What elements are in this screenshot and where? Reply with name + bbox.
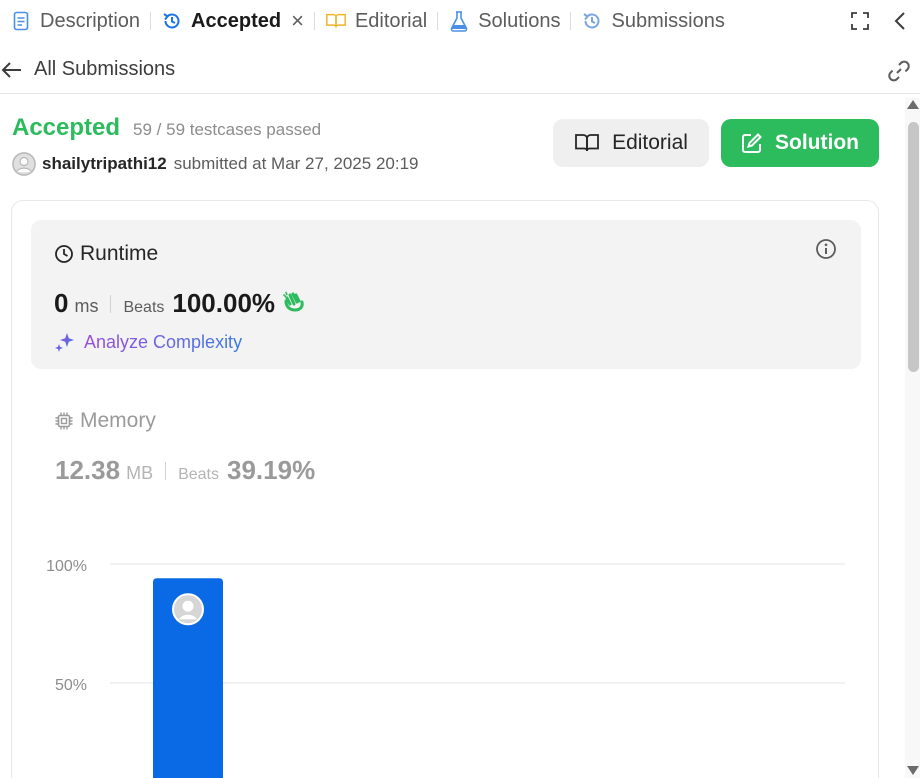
submitted-timestamp: submitted at Mar 27, 2025 20:19 bbox=[173, 154, 419, 173]
memory-beats-value: 39.19% bbox=[227, 455, 316, 485]
status-badge: Accepted bbox=[12, 114, 121, 141]
memory-value: 12.38 bbox=[55, 455, 121, 485]
scroll-down-arrow[interactable] bbox=[907, 766, 919, 775]
flask-icon bbox=[448, 10, 470, 32]
avatar[interactable] bbox=[12, 152, 36, 176]
tab-solutions[interactable]: Solutions bbox=[438, 0, 570, 42]
scroll-up-arrow[interactable] bbox=[907, 100, 919, 109]
memory-beats-label: Beats bbox=[178, 466, 219, 483]
tab-accepted[interactable]: Accepted × bbox=[151, 0, 314, 42]
memory-unit: MB bbox=[126, 463, 154, 483]
tab-bar-actions bbox=[840, 0, 920, 42]
tab-description[interactable]: Description bbox=[0, 0, 150, 42]
tab-bar: Description Accepted × Editorial Solutio… bbox=[0, 0, 920, 42]
info-icon[interactable] bbox=[815, 238, 837, 265]
runtime-beats-value: 100.00% bbox=[172, 288, 276, 318]
memory-title[interactable]: Memory bbox=[54, 409, 156, 433]
divider bbox=[165, 461, 167, 480]
tab-label: Submissions bbox=[611, 9, 725, 32]
result-summary: Accepted 59 / 59 testcases passed shaily… bbox=[12, 114, 418, 176]
submitter-line: shailytripathi12 submitted at Mar 27, 20… bbox=[12, 152, 418, 176]
submission-header: All Submissions bbox=[0, 46, 920, 94]
runtime-title-text: Runtime bbox=[80, 242, 159, 265]
edit-icon bbox=[742, 133, 762, 153]
divider bbox=[110, 294, 112, 313]
runtime-beats-label: Beats bbox=[123, 299, 165, 316]
solution-button[interactable]: Solution bbox=[721, 119, 879, 167]
all-submissions-link[interactable]: All Submissions bbox=[34, 58, 175, 81]
username-link[interactable]: shailytripathi12 bbox=[42, 154, 167, 174]
runtime-panel[interactable]: Runtime 0 ms Beats 100.00% Analyze Compl… bbox=[31, 220, 861, 369]
tab-editorial[interactable]: Editorial bbox=[315, 0, 437, 42]
book-icon bbox=[575, 134, 599, 152]
back-arrow-icon[interactable] bbox=[0, 58, 24, 82]
editorial-button[interactable]: Editorial bbox=[553, 119, 709, 167]
book-icon bbox=[325, 10, 347, 32]
tab-label: Editorial bbox=[354, 9, 428, 32]
tab-submissions[interactable]: Submissions bbox=[571, 0, 734, 42]
link-icon[interactable] bbox=[886, 58, 912, 84]
maximize-icon[interactable] bbox=[840, 0, 880, 42]
clapping-hands-icon bbox=[281, 290, 305, 317]
analyze-complexity-link[interactable]: Analyze Complexity bbox=[54, 331, 242, 353]
solution-button-label: Solution bbox=[775, 131, 859, 154]
performance-card: Runtime 0 ms Beats 100.00% Analyze Compl… bbox=[11, 200, 879, 778]
editorial-button-label: Editorial bbox=[612, 131, 688, 154]
runtime-title: Runtime bbox=[54, 242, 158, 266]
tab-label: Description bbox=[40, 9, 141, 32]
sparkle-icon bbox=[55, 333, 74, 352]
analyze-complexity-label: Analyze Complexity bbox=[84, 331, 243, 352]
document-icon bbox=[10, 10, 32, 32]
tab-label: Accepted bbox=[191, 9, 282, 32]
memory-title-text: Memory bbox=[80, 409, 156, 432]
testcases-passed: 59 / 59 testcases passed bbox=[133, 120, 322, 139]
history-icon bbox=[161, 10, 183, 32]
runtime-values: 0 ms Beats 100.00% bbox=[54, 288, 305, 319]
runtime-value: 0 bbox=[54, 288, 69, 318]
close-icon[interactable]: × bbox=[291, 10, 304, 32]
status-line: Accepted 59 / 59 testcases passed bbox=[12, 114, 418, 142]
history-icon bbox=[581, 10, 603, 32]
clock-icon bbox=[55, 245, 73, 263]
runtime-unit: ms bbox=[74, 296, 99, 316]
chip-icon bbox=[55, 412, 73, 430]
scrollbar-thumb[interactable] bbox=[908, 122, 919, 372]
memory-values: 12.38 MB Beats 39.19% bbox=[55, 455, 315, 486]
tab-label: Solutions bbox=[478, 9, 561, 32]
chevron-left-icon[interactable] bbox=[880, 0, 920, 42]
